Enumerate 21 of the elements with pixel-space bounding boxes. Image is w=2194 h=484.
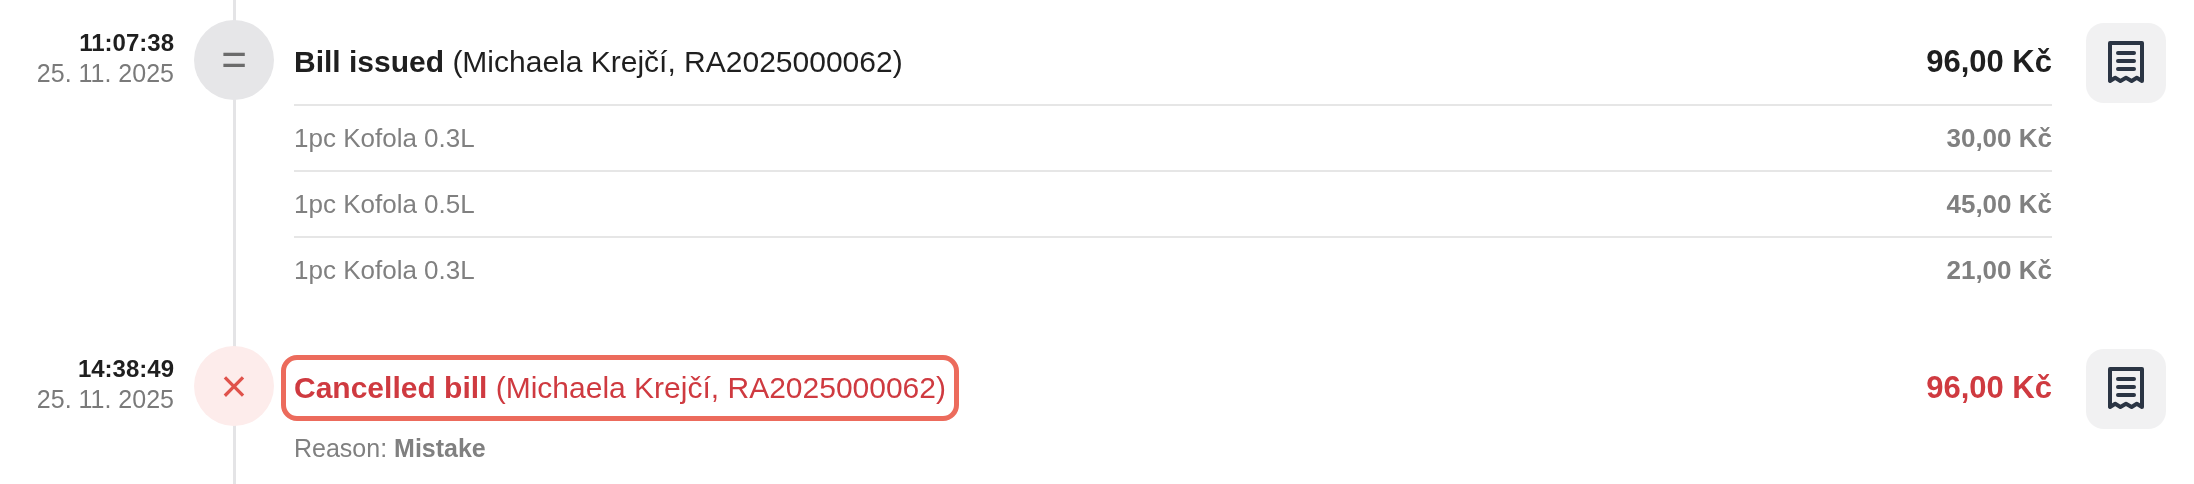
receipt-button[interactable]: [2086, 349, 2166, 429]
receipt-icon: [2106, 367, 2146, 411]
item-price: 30,00 Kč: [1946, 121, 2052, 155]
event-date: 25. 11. 2025: [36, 58, 174, 88]
cancel-reason: Reason: Mistake: [294, 433, 487, 464]
event-amount: 96,00 Kč: [1926, 368, 2052, 407]
item-name: 1pc Kofola 0.3L: [294, 121, 475, 155]
receipt-button[interactable]: [2086, 23, 2166, 103]
item-price: 21,00 Kč: [1946, 253, 2052, 287]
status-icon: ×: [194, 346, 274, 426]
event-time: 14:38:49: [77, 354, 174, 384]
event-date: 25. 11. 2025: [36, 384, 174, 414]
event-amount: 96,00 Kč: [1926, 42, 2052, 81]
event-time: 11:07:38: [79, 28, 174, 58]
event-title: Cancelled bill (Michaela Krejčí, RA2025000062): [281, 355, 959, 421]
event-title: Bill issued (Michaela Krejčí, RA2025000062): [294, 44, 903, 80]
item-price: 45,00 Kč: [1946, 187, 2052, 221]
item-name: 1pc Kofola 0.3L: [294, 253, 475, 287]
status-icon: =: [194, 20, 274, 100]
item-name: 1pc Kofola 0.5L: [294, 187, 475, 221]
receipt-icon: [2106, 41, 2146, 85]
